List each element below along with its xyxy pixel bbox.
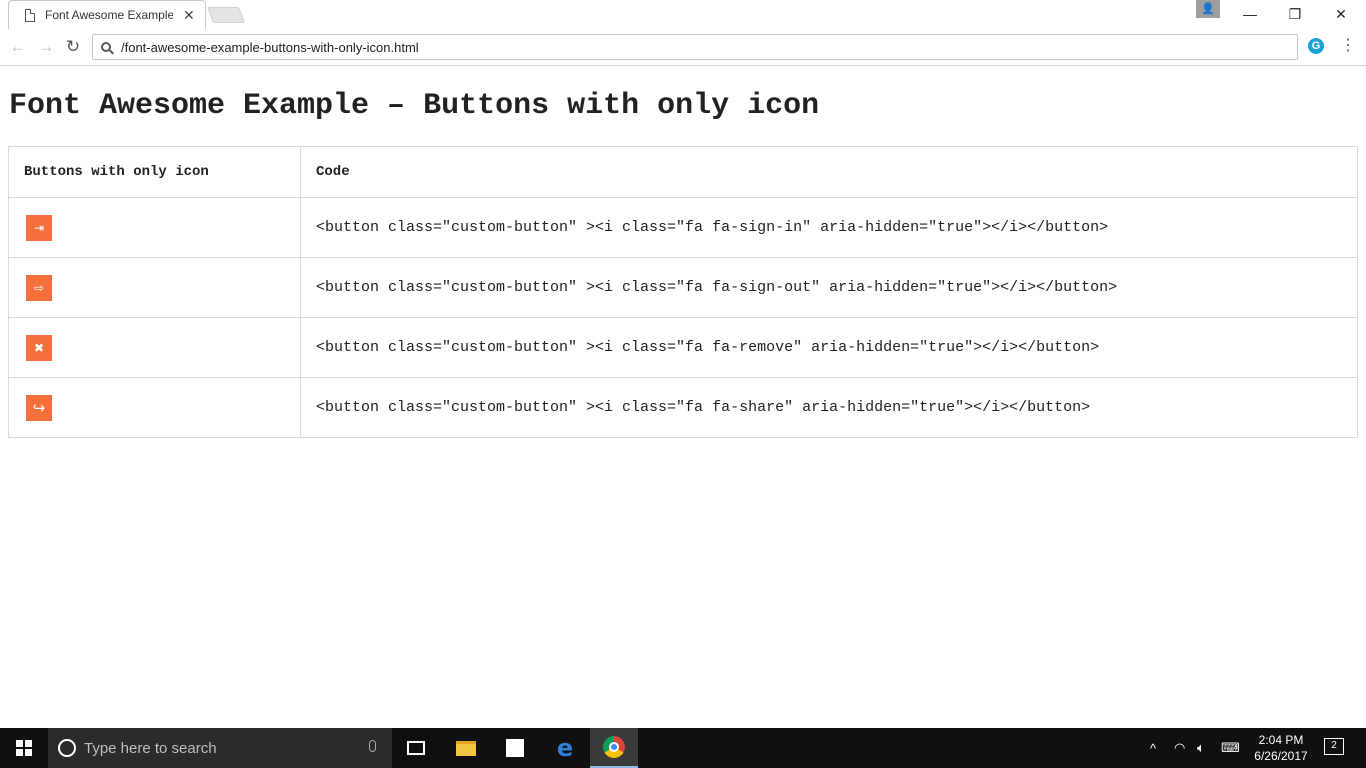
code-cell: <button class="custom-button" ><i class=…	[300, 317, 1358, 378]
folder-icon	[456, 740, 476, 756]
chrome-button[interactable]	[590, 728, 638, 768]
keyboard-icon[interactable]: ⌨	[1221, 728, 1240, 768]
remove-icon: ✖	[33, 340, 45, 355]
url-text[interactable]: /font-awesome-example-buttons-with-only-…	[121, 40, 419, 55]
clock[interactable]: 2:04 PM 6/26/2017	[1250, 732, 1312, 764]
page-content: Font Awesome Example – Buttons with only…	[0, 67, 1366, 728]
start-button[interactable]	[0, 728, 48, 768]
button-cell: ↪	[8, 377, 301, 438]
button-cell: ⇥	[8, 197, 301, 258]
table-header-row: Buttons with only icon Code	[8, 146, 1358, 198]
browser-menu-icon[interactable]: ⋮	[1340, 36, 1356, 56]
page-title: Font Awesome Example – Buttons with only…	[9, 89, 820, 123]
button-cell: ⇨	[8, 257, 301, 318]
table-row: ⇨ <button class="custom-button" ><i clas…	[8, 257, 1358, 318]
taskbar: Type here to search e ^ ◠ 🔈︎ ⌨ 2:04 PM 6…	[0, 728, 1366, 768]
taskbar-search[interactable]: Type here to search	[48, 728, 392, 768]
button-cell: ✖	[8, 317, 301, 378]
store-button[interactable]	[491, 728, 539, 768]
browser-tab[interactable]: Font Awesome Example - ✕	[8, 0, 206, 29]
notification-icon[interactable]: 2	[1324, 738, 1344, 755]
restore-button[interactable]: ❐	[1272, 0, 1318, 28]
new-tab-button[interactable]	[207, 7, 245, 23]
cortana-icon	[58, 739, 76, 757]
edge-icon: e	[556, 734, 574, 762]
chrome-icon	[603, 736, 625, 758]
search-icon	[101, 42, 111, 52]
minimize-button[interactable]: —	[1227, 0, 1273, 28]
reload-button[interactable]: ↻	[62, 36, 84, 58]
back-button[interactable]: ←	[7, 36, 29, 58]
remove-button[interactable]: ✖	[26, 334, 52, 361]
volume-icon[interactable]: 🔈︎	[1197, 728, 1205, 768]
task-view-icon	[407, 741, 425, 755]
share-icon: ↪	[32, 398, 46, 417]
tab-title: Font Awesome Example -	[45, 8, 173, 22]
network-icon[interactable]: ◠	[1174, 728, 1185, 768]
table-row: ⇥ <button class="custom-button" ><i clas…	[8, 197, 1358, 258]
sign-in-icon: ⇥	[33, 220, 45, 235]
profile-icon[interactable]: 👤	[1196, 0, 1220, 18]
clock-date: 6/26/2017	[1254, 749, 1308, 763]
sign-out-icon: ⇨	[33, 280, 45, 295]
tab-close-icon[interactable]: ✕	[183, 7, 195, 24]
windows-logo-icon	[16, 740, 32, 756]
share-button[interactable]: ↪	[26, 394, 52, 421]
column-header-code: Code	[300, 146, 1358, 198]
task-view-button[interactable]	[392, 728, 440, 768]
examples-table: Buttons with only icon Code ⇥ <button cl…	[8, 146, 1358, 438]
sign-in-button[interactable]: ⇥	[26, 214, 52, 241]
address-bar[interactable]: /font-awesome-example-buttons-with-only-…	[92, 34, 1298, 60]
taskbar-search-placeholder: Type here to search	[84, 739, 217, 757]
microphone-icon[interactable]	[369, 740, 376, 752]
extension-icon[interactable]: G	[1308, 38, 1324, 54]
close-window-button[interactable]: ✕	[1318, 0, 1364, 28]
store-icon	[506, 739, 524, 757]
table-row: ↪ <button class="custom-button" ><i clas…	[8, 377, 1358, 438]
forward-button[interactable]: →	[35, 36, 57, 58]
sign-out-button[interactable]: ⇨	[26, 274, 52, 301]
show-hidden-icons-button[interactable]: ^	[1150, 728, 1156, 768]
page-icon	[25, 8, 35, 22]
table-row: ✖ <button class="custom-button" ><i clas…	[8, 317, 1358, 378]
edge-button[interactable]: e	[541, 728, 589, 768]
code-cell: <button class="custom-button" ><i class=…	[300, 377, 1358, 438]
browser-titlebar: Font Awesome Example - ✕ 👤 — ❐ ✕	[0, 0, 1366, 30]
column-header-buttons: Buttons with only icon	[8, 146, 301, 198]
file-explorer-button[interactable]	[442, 728, 490, 768]
browser-toolbar: ← → ↻ /font-awesome-example-buttons-with…	[0, 30, 1366, 66]
code-cell: <button class="custom-button" ><i class=…	[300, 257, 1358, 318]
code-cell: <button class="custom-button" ><i class=…	[300, 197, 1358, 258]
clock-time: 2:04 PM	[1258, 733, 1304, 747]
